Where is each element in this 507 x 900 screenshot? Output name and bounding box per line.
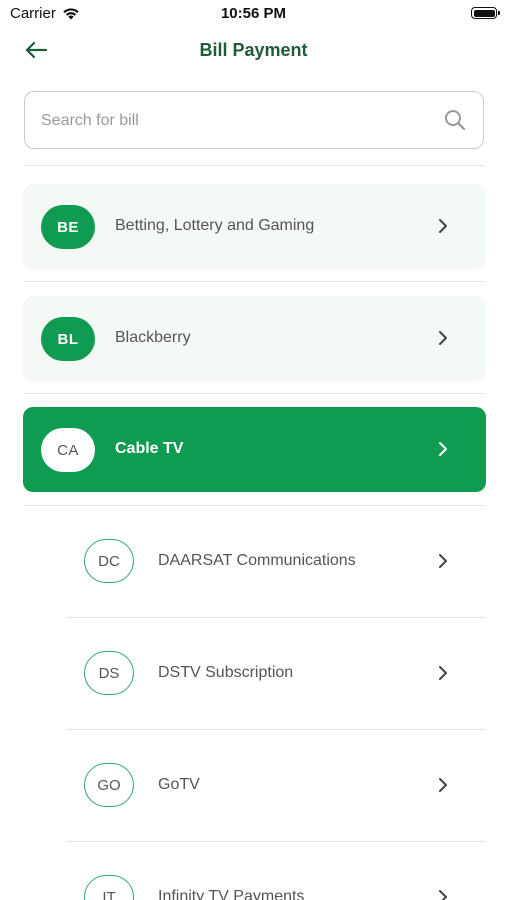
chevron-right-icon [439,778,447,792]
search-input[interactable] [39,92,423,150]
divider [24,281,484,282]
search-icon[interactable] [443,108,467,132]
sub-item-label: GoTV [158,776,200,793]
chevron-right-icon [439,554,447,568]
sub-item-label: DAARSAT Communications [158,552,356,569]
sub-item-label: Infinity TV Payments [158,888,305,900]
page-title: Bill Payment [199,40,308,60]
clock: 10:56 PM [220,5,287,22]
sub-item-badge: IT [84,875,134,900]
category-badge: BE [41,205,95,249]
category-row-blackberry[interactable]: BL Blackberry [23,296,486,381]
sub-item-badge: DC [84,539,134,583]
chevron-right-icon [439,666,447,680]
divider [66,841,486,842]
category-row-cable-tv[interactable]: CA Cable TV [23,407,486,492]
battery-icon [471,7,500,19]
chevron-right-icon [439,442,447,456]
sub-item-gotv[interactable]: GO GoTV [66,741,486,831]
category-badge: BL [41,317,95,361]
chevron-right-icon [439,219,447,233]
category-badge: CA [41,428,95,472]
status-bar: Carrier 10:56 PM [0,0,507,28]
divider [66,729,486,730]
sub-item-dstv[interactable]: DS DSTV Subscription [66,629,486,719]
sub-item-infinity-tv[interactable]: IT Infinity TV Payments [66,853,486,900]
sub-item-badge: DS [84,651,134,695]
sub-item-daarsat[interactable]: DC DAARSAT Communications [66,517,486,607]
category-label: Cable TV [115,440,184,457]
search-box [24,91,484,150]
sub-item-label: DSTV Subscription [158,664,294,681]
navigation-bar: Bill Payment [0,28,507,72]
category-label: Betting, Lottery and Gaming [115,217,315,234]
sub-item-badge: GO [84,763,134,807]
chevron-right-icon [439,331,447,345]
divider [24,165,484,166]
divider [24,393,484,394]
divider [24,505,484,506]
category-row-betting[interactable]: BE Betting, Lottery and Gaming [23,184,486,269]
chevron-right-icon [439,890,447,900]
divider [66,617,486,618]
category-label: Blackberry [115,329,191,346]
